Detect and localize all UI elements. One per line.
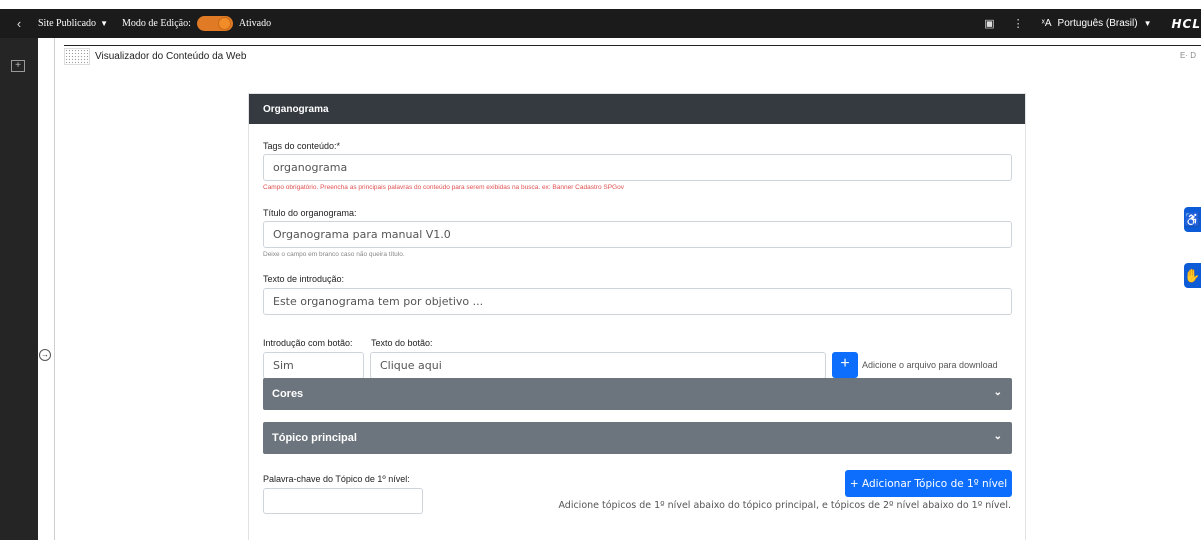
intro-button-label: Introdução com botão: (263, 338, 353, 348)
accessibility-button[interactable]: ♿ (1184, 207, 1201, 232)
chevron-down-icon: ⌄ (993, 431, 1002, 442)
tags-input[interactable]: organograma (263, 154, 1012, 181)
caret-down-icon: ▼ (1143, 19, 1152, 28)
translate-icon: ˣA (1041, 18, 1052, 29)
intro-label: Texto de introdução: (263, 274, 345, 284)
edit-mode-value: Ativado (238, 18, 272, 29)
keyword-input[interactable] (263, 488, 423, 514)
toggle-knob (217, 17, 231, 30)
edit-mode-value-wrap: Ativado (239, 18, 271, 29)
title-input[interactable]: Organograma para manual V1.0 (263, 221, 1012, 248)
wcv-title: Visualizador do Conteúdo da Web (95, 50, 247, 62)
button-text-label: Texto do botão: (371, 338, 433, 348)
left-rail: + (0, 38, 38, 540)
panel-header: Organograma (249, 94, 1025, 124)
accordion-colors[interactable]: Cores ⌄ (263, 378, 1012, 410)
add-topic-button[interactable]: + Adicionar Tópico de 1º nível (845, 470, 1012, 497)
add-topic-description: Adicione tópicos de 1º nível abaixo do t… (558, 500, 1011, 511)
button-text-input[interactable]: Clique aqui (370, 352, 826, 379)
wcv-header: Visualizador do Conteúdo da Web (64, 47, 246, 65)
title-help: Deixe o campo em branco caso não queira … (263, 251, 405, 258)
page-icon[interactable]: ▣ (984, 17, 994, 30)
toolbar-right: ▣ ⋮ ˣA Português (Brasil) ▼ HCL (984, 9, 1201, 38)
toolbar-bar: ‹ Site Publicado ▼ Modo de Edição: Ativa… (0, 9, 1201, 38)
add-icon[interactable]: + (11, 60, 25, 72)
edit-mode-label: Modo de Edição: (121, 18, 191, 29)
portlet-grid-icon (64, 47, 90, 65)
edit-mode: Modo de Edição: (122, 18, 191, 29)
plus-icon: + (840, 355, 850, 372)
chevron-left-icon: ‹ (16, 16, 22, 31)
site-status-menu[interactable]: Site Publicado ▼ (38, 18, 108, 29)
accessibility-icon: ♿ (1184, 212, 1201, 227)
wcv-actions[interactable]: E· D (1180, 51, 1196, 60)
title-label: Título do organograma: (263, 208, 357, 218)
site-status-label: Site Publicado (38, 18, 97, 29)
tags-label: Tags do conteúdo:* (263, 141, 341, 151)
hand-icon: ✋ (1184, 268, 1201, 283)
more-vertical-icon[interactable]: ⋮ (1013, 17, 1024, 30)
tags-help: Campo obrigatório. Preencha as principai… (263, 184, 624, 191)
top-toolbar: ‹ Site Publicado ▼ Modo de Edição: Ativa… (0, 0, 1201, 38)
language-label: Português (Brasil) (1057, 18, 1138, 29)
wcv-top-border (64, 45, 1201, 46)
caret-down-icon: ▼ (100, 19, 108, 28)
intro-input[interactable]: Este organograma tem por objetivo ... (263, 288, 1012, 315)
hcl-logo: HCL (1171, 16, 1201, 31)
back-button[interactable]: ‹ (0, 9, 38, 38)
sign-language-button[interactable]: ✋ (1184, 263, 1201, 288)
keyword-label: Palavra-chave do Tópico de 1º nível: (263, 474, 410, 484)
accordion-colors-label: Cores (272, 388, 304, 400)
add-file-button[interactable]: + (832, 352, 858, 378)
accordion-main-topic-label: Tópico principal (272, 432, 357, 444)
chevron-down-icon: ⌄ (993, 387, 1002, 398)
organogram-form-panel: Organograma Tags do conteúdo:* organogra… (248, 93, 1026, 540)
edit-mode-toggle[interactable] (196, 16, 233, 31)
language-selector[interactable]: ˣA Português (Brasil) ▼ (1042, 18, 1152, 29)
accordion-main-topic[interactable]: Tópico principal ⌄ (263, 422, 1012, 454)
add-file-label: Adicione o arquivo para download (862, 360, 998, 370)
expand-arrow-icon[interactable]: → (39, 349, 51, 361)
rail-divider (54, 38, 55, 540)
intro-button-select[interactable]: Sim (263, 352, 364, 379)
